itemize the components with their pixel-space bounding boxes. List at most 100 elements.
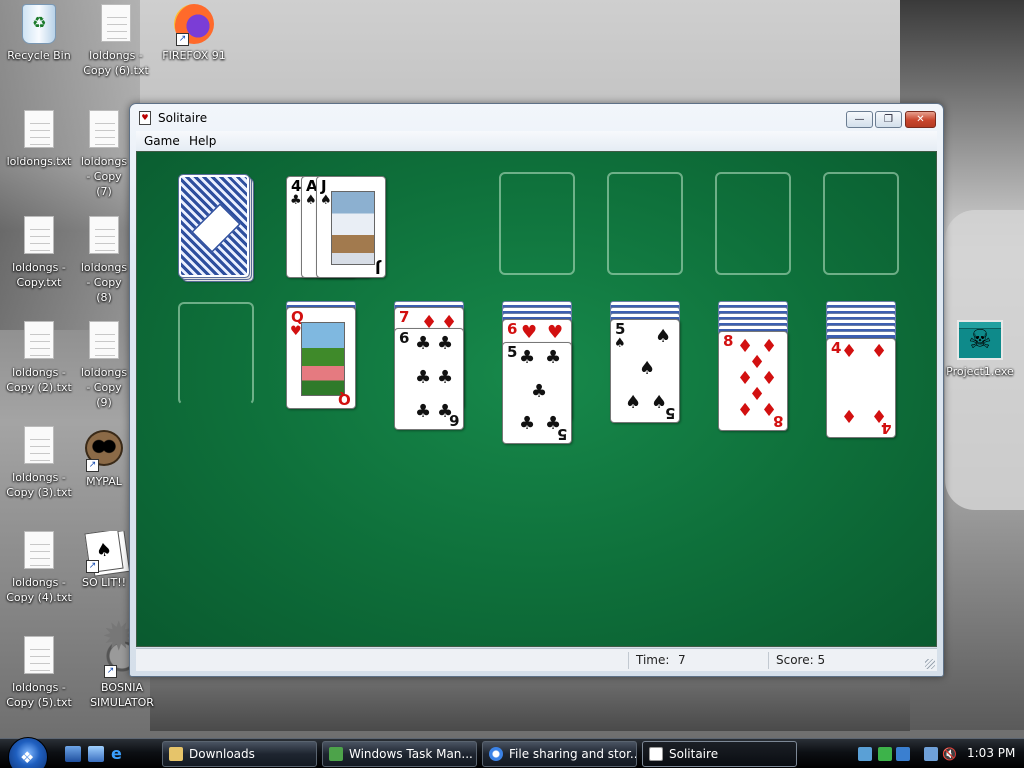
club-icon: ♣	[415, 367, 432, 388]
text-file-icon	[24, 531, 54, 569]
minimize-button[interactable]: —	[846, 111, 873, 128]
card-rank-bottom: 5	[556, 425, 567, 443]
desktop-icon-txt-file[interactable]: loldongs - Copy (8)	[78, 216, 130, 305]
card-rank: 8	[723, 332, 734, 350]
switch-windows-icon[interactable]	[88, 746, 104, 762]
taskbar-item-solitaire[interactable]: Solitaire	[642, 741, 797, 767]
tableau-card[interactable]: 5 ♠ ♠ ♠ ♠ ♠ 5	[610, 319, 680, 423]
wallpaper-floor	[150, 676, 910, 731]
start-button[interactable]: ❖	[8, 737, 48, 768]
menu-bar: Game Help	[136, 131, 937, 151]
desktop-icon-label: SO LIT!!	[81, 576, 127, 589]
show-desktop-icon[interactable]	[65, 746, 81, 762]
spade-icon: ♠	[655, 326, 672, 347]
card-rank-bottom: 5	[664, 404, 675, 422]
text-file-icon	[89, 110, 119, 148]
window-title: Solitaire	[158, 111, 208, 125]
card-rank: 6	[399, 329, 410, 347]
desktop-icon-label: loldongs - Copy (3).txt	[6, 471, 72, 499]
desktop-icon-label: loldongs - Copy (6).txt	[83, 49, 149, 77]
spade-icon: ♠	[639, 358, 656, 379]
desktop-icon-mypal[interactable]: ↗ MYPAL	[78, 430, 130, 489]
desktop-icon-so-lit[interactable]: ♠ ↗ SO LIT!!	[78, 531, 130, 590]
desktop-icon-label: loldongs - Copy (5).txt	[6, 681, 72, 709]
resize-grip-icon[interactable]	[925, 659, 935, 669]
tableau-card[interactable]: 5 ♣ ♣ ♣ ♣ ♣ 5	[502, 342, 572, 444]
volume-muted-icon[interactable]: 🔇	[942, 747, 957, 761]
desktop-icon-firefox[interactable]: ↗ FIREFOX 91	[156, 4, 232, 63]
desktop-icon-label: loldongs - Copy (8)	[80, 261, 128, 304]
solitaire-window[interactable]: ♥ Solitaire — ❐ ✕ Game Help 4 ♣ A ♠ J ♠ …	[129, 103, 944, 677]
internet-explorer-icon[interactable]: e	[111, 746, 127, 762]
network-icon[interactable]	[924, 747, 938, 761]
taskbar-item-task-manager[interactable]: Windows Task Man...	[322, 741, 477, 767]
text-file-icon	[89, 216, 119, 254]
desktop-icon-project1[interactable]: ☠ Project1.exe	[938, 320, 1022, 379]
menu-game[interactable]: Game	[144, 134, 180, 148]
foundation-slot-2[interactable]	[607, 172, 683, 275]
desktop-icon-txt-file[interactable]: loldongs - Copy (5).txt	[1, 636, 77, 710]
text-file-icon	[24, 636, 54, 674]
maximize-button[interactable]: ❐	[875, 111, 902, 128]
desktop-icon-txt-file[interactable]: loldongs - Copy.txt	[1, 216, 77, 290]
desktop-icon-txt-file[interactable]: loldongs - Copy (4).txt	[1, 531, 77, 605]
tableau-card[interactable]: 8 ♦ ♦ ♦ ♦ ♦ ♦ ♦ ♦ 8	[718, 331, 788, 431]
jack-face-art	[331, 191, 375, 265]
clock[interactable]: 1:03 PM	[967, 746, 1015, 760]
card-rank-bottom: 6	[448, 411, 459, 429]
taskbar: ❖ e Downloads Windows Task Man... File s…	[0, 737, 1024, 768]
shortcut-arrow-icon: ↗	[86, 459, 99, 472]
desktop-icon-txt-file[interactable]: loldongs - Copy (3).txt	[1, 426, 77, 500]
tableau-slot-1[interactable]	[178, 302, 254, 405]
shortcut-arrow-icon: ↗	[176, 33, 189, 46]
desktop-icon-label: MYPAL	[86, 475, 122, 488]
taskbar-item-downloads[interactable]: Downloads	[162, 741, 317, 767]
club-icon: ♣	[290, 193, 302, 208]
solitaire-icon	[649, 747, 663, 761]
desktop-icon-txt-file[interactable]: loldongs - Copy (9)	[78, 321, 130, 410]
diamond-icon: ♦	[841, 341, 858, 362]
title-bar[interactable]: ♥ Solitaire — ❐ ✕	[130, 104, 943, 131]
card-rank-bottom: Q	[338, 390, 351, 408]
desktop-icon-label: loldongs - Copy.txt	[12, 261, 66, 289]
game-board[interactable]: 4 ♣ A ♠ J ♠ J Q ♥ Q 7 ♦ ♦ 6 ♣ ♣ ♣ ♣ ♣ ♣ …	[136, 151, 937, 647]
tableau-card[interactable]: Q ♥ Q	[286, 307, 356, 409]
spade-icon: ♠	[305, 193, 317, 208]
time-value: 7	[678, 653, 686, 667]
status-divider	[628, 652, 629, 669]
task-label: Solitaire	[669, 747, 719, 761]
desktop-icon-txt-file[interactable]: loldongs - Copy (7)	[78, 110, 130, 199]
waste-top-card[interactable]: J ♠ J	[316, 176, 386, 278]
stock-pile[interactable]	[178, 174, 250, 278]
tableau-card[interactable]: 4 ♦ ♦ ♦ ♦ 4	[826, 338, 896, 438]
desktop-icon-label: FIREFOX 91	[162, 49, 226, 62]
skull-icon: ☠	[957, 320, 1003, 360]
taskbar-item-file-sharing[interactable]: File sharing and stor...	[482, 741, 637, 767]
menu-help[interactable]: Help	[189, 134, 216, 148]
green-status-icon[interactable]	[878, 747, 892, 761]
foundation-slot-4[interactable]	[823, 172, 899, 275]
card-rank: 5	[615, 320, 626, 338]
diamond-icon: ♦	[841, 407, 858, 428]
card-rank: 4	[831, 339, 842, 357]
desktop-icon-txt-file[interactable]: loldongs.txt	[1, 110, 77, 169]
foundation-slot-3[interactable]	[715, 172, 791, 275]
desktop-icon-txt-file[interactable]: loldongs - Copy (2).txt	[1, 321, 77, 395]
status-divider	[768, 652, 769, 669]
task-label: Downloads	[189, 747, 255, 761]
card-rank: 7	[399, 308, 410, 326]
network-share-icon[interactable]	[858, 747, 872, 761]
close-button[interactable]: ✕	[905, 111, 936, 128]
club-icon: ♣	[415, 333, 432, 354]
card-rank: J	[321, 177, 327, 195]
chrome-icon	[489, 747, 503, 761]
text-file-icon	[24, 321, 54, 359]
desktop-icon-recycle-bin[interactable]: Recycle Bin	[1, 4, 77, 63]
foundation-slot-1[interactable]	[499, 172, 575, 275]
windows-update-icon[interactable]	[896, 747, 910, 761]
windows-logo-icon: ❖	[20, 748, 35, 767]
tableau-card[interactable]: 6 ♣ ♣ ♣ ♣ ♣ ♣ 6	[394, 328, 464, 430]
desktop-icon-txt-file[interactable]: loldongs - Copy (6).txt	[78, 4, 154, 78]
club-icon: ♣	[519, 413, 536, 434]
shortcut-arrow-icon: ↗	[86, 560, 99, 573]
